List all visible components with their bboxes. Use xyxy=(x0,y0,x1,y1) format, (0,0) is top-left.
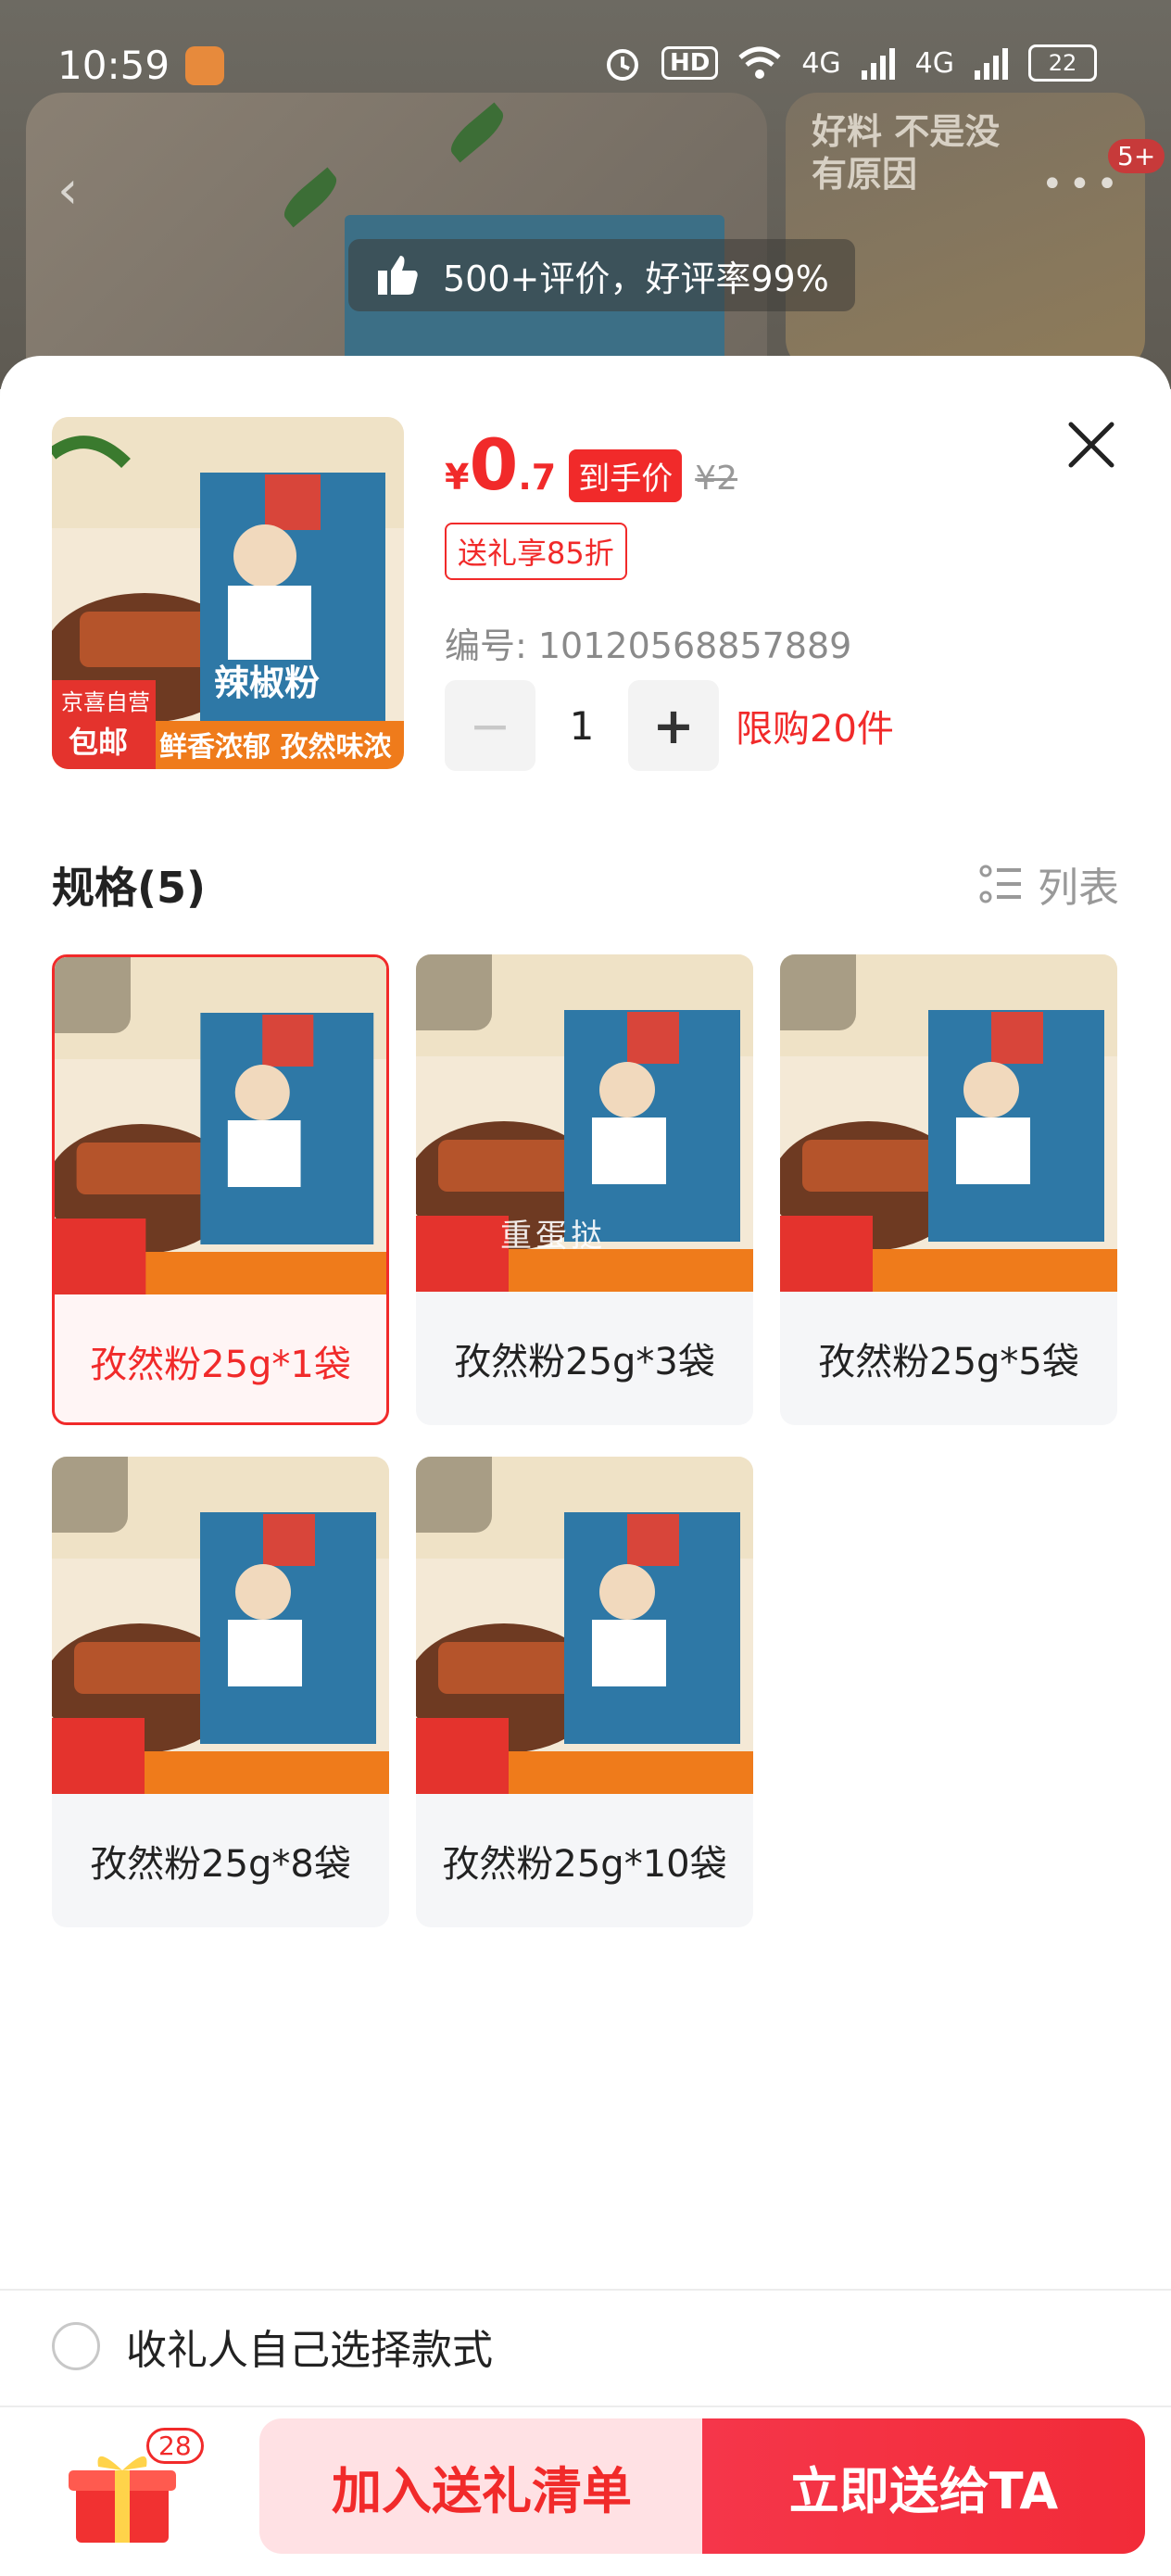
spec-option-5[interactable]: 孜然粉25g*10袋 xyxy=(416,1457,753,1927)
recipient-choose-option[interactable]: 收礼人自己选择款式 xyxy=(52,2317,493,2376)
spec-option-3[interactable]: 孜然粉25g*5袋 xyxy=(780,954,1117,1425)
spec-option-label: 孜然粉25g*3袋 xyxy=(454,1341,715,1383)
quantity-value[interactable]: 1 xyxy=(535,703,628,749)
clock: 10:59 xyxy=(57,43,170,88)
expand-icon[interactable] xyxy=(416,1457,492,1533)
recipient-choose-label: 收礼人自己选择款式 xyxy=(126,2327,493,2374)
spec-selection-sheet: 辣椒粉 京喜自营 包邮 鲜香浓郁 孜然味浓 ¥ 0 .7 到手价 ¥2 送礼享8… xyxy=(0,356,1171,2576)
alarm-icon xyxy=(606,49,638,81)
status-icons: HD 4G 4G 22 xyxy=(602,43,1097,83)
brand-bottom-label: 包邮 xyxy=(69,725,128,760)
list-view-toggle[interactable]: 列表 xyxy=(978,854,1119,914)
spec-title: 规格(5) xyxy=(52,863,207,913)
spec-option-2[interactable]: 孜然粉25g*3袋 xyxy=(416,954,753,1425)
battery-level: 22 xyxy=(1048,50,1077,76)
add-to-gift-list-button[interactable]: 加入送礼清单 xyxy=(259,2418,704,2554)
price-decimal: .7 xyxy=(518,457,557,498)
product-name-art: 辣椒粉 xyxy=(214,663,320,703)
recipient-choose-radio[interactable] xyxy=(52,2322,100,2370)
spec-option-label: 孜然粉25g*10袋 xyxy=(442,1843,727,1886)
thumbs-up-icon xyxy=(378,256,418,295)
wifi-icon xyxy=(738,46,781,79)
rating-banner: 500+评价，好评率99% xyxy=(348,239,855,311)
list-icon xyxy=(979,865,1021,903)
signal-icon-2 xyxy=(975,48,1008,80)
increase-button[interactable]: + xyxy=(628,680,719,771)
send-gift-button[interactable]: 立即送给TA xyxy=(702,2418,1145,2554)
price-row: ¥ 0 .7 到手价 ¥2 xyxy=(445,430,737,502)
sku-number: 编号: 10120568857889 xyxy=(445,625,852,666)
gift-promo-tag: 送礼享85折 xyxy=(445,523,627,580)
final-price-tag: 到手价 xyxy=(569,449,683,502)
battery-icon: 22 xyxy=(1028,44,1097,82)
signal-icon xyxy=(861,48,895,80)
slogan-label: 鲜香浓郁 孜然味浓 xyxy=(159,731,392,764)
expand-icon[interactable] xyxy=(416,954,492,1030)
currency-symbol: ¥ xyxy=(445,457,470,498)
original-price: ¥2 xyxy=(695,460,738,498)
brand-top-label: 京喜自营 xyxy=(61,689,150,715)
product-image-art: 辣椒粉 京喜自营 包邮 鲜香浓郁 孜然味浓 xyxy=(52,417,404,769)
footer-divider xyxy=(0,2289,1171,2291)
spec-option-label: 孜然粉25g*1袋 xyxy=(90,1344,351,1386)
network-4g-label-2: 4G xyxy=(914,46,954,80)
expand-icon[interactable] xyxy=(52,1457,128,1533)
rating-text: 500+评价，好评率99% xyxy=(443,258,829,299)
list-label: 列表 xyxy=(1038,865,1119,912)
spec-option-4[interactable]: 孜然粉25g*8袋 xyxy=(52,1457,389,1927)
hd-icon: HD xyxy=(661,46,719,80)
expand-icon[interactable] xyxy=(55,957,131,1033)
footer-divider-2 xyxy=(0,2406,1171,2407)
spec-option-1[interactable]: 孜然粉25g*1袋 xyxy=(52,954,389,1425)
back-arrow-icon[interactable]: ‹ xyxy=(57,165,78,217)
gift-count-badge: 28 xyxy=(146,2428,204,2464)
spec-option-label: 孜然粉25g*5袋 xyxy=(818,1341,1079,1383)
app-notification-icon xyxy=(185,46,224,85)
quantity-stepper: − 1 + 限购20件 xyxy=(445,680,894,771)
more-icon[interactable]: ••• xyxy=(1041,163,1124,206)
product-image[interactable]: 辣椒粉 京喜自营 包邮 鲜香浓郁 孜然味浓 xyxy=(52,417,404,769)
network-4g-label: 4G xyxy=(801,46,841,80)
watermark-text: 重蛋挞 xyxy=(500,1218,606,1255)
spec-option-label: 孜然粉25g*8袋 xyxy=(90,1843,351,1886)
price-integer: 0 xyxy=(469,423,519,506)
close-icon[interactable] xyxy=(1064,417,1119,473)
status-bar: 10:59 HD 4G 4G 22 xyxy=(0,0,1171,139)
expand-icon[interactable] xyxy=(780,954,856,1030)
decrease-button[interactable]: − xyxy=(445,680,535,771)
purchase-limit: 限购20件 xyxy=(736,708,894,751)
